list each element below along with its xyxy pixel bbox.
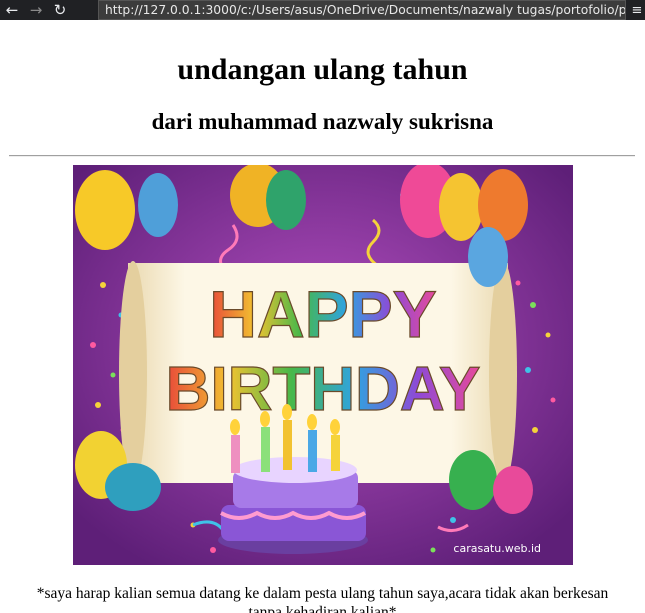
balloon-icon bbox=[138, 173, 178, 237]
page-content: undangan ulang tahun dari muhammad nazwa… bbox=[0, 20, 645, 613]
page-subtitle: dari muhammad nazwaly sukrisna bbox=[151, 109, 494, 134]
browser-toolbar: ← → ↻ http://127.0.0.1:3000/c:/Users/asu… bbox=[0, 0, 645, 20]
birthday-text: BIRTHDAY bbox=[166, 355, 481, 424]
balloon-icon bbox=[493, 466, 533, 514]
happy-text: HAPPY bbox=[209, 277, 436, 351]
invitation-note: *saya harap kalian semua datang ke dalam… bbox=[36, 585, 609, 613]
reload-icon[interactable]: ↻ bbox=[48, 0, 72, 20]
page-title: undangan ulang tahun bbox=[177, 53, 468, 86]
menu-icon[interactable]: ≡ bbox=[629, 0, 645, 20]
balloon-icon bbox=[266, 170, 306, 230]
birthday-image: HAPPY BIRTHDAY carasatu.web.id bbox=[73, 165, 573, 565]
forward-icon[interactable]: → bbox=[24, 0, 48, 20]
balloon-icon bbox=[449, 450, 497, 510]
balloon-icon bbox=[439, 173, 483, 241]
balloon-icon bbox=[75, 170, 135, 250]
back-icon[interactable]: ← bbox=[0, 0, 24, 20]
watermark: carasatu.web.id bbox=[453, 542, 541, 555]
balloon-icon bbox=[105, 463, 161, 511]
address-bar[interactable]: http://127.0.0.1:3000/c:/Users/asus/OneD… bbox=[98, 0, 626, 20]
balloon-icon bbox=[468, 227, 508, 287]
divider bbox=[9, 155, 635, 157]
